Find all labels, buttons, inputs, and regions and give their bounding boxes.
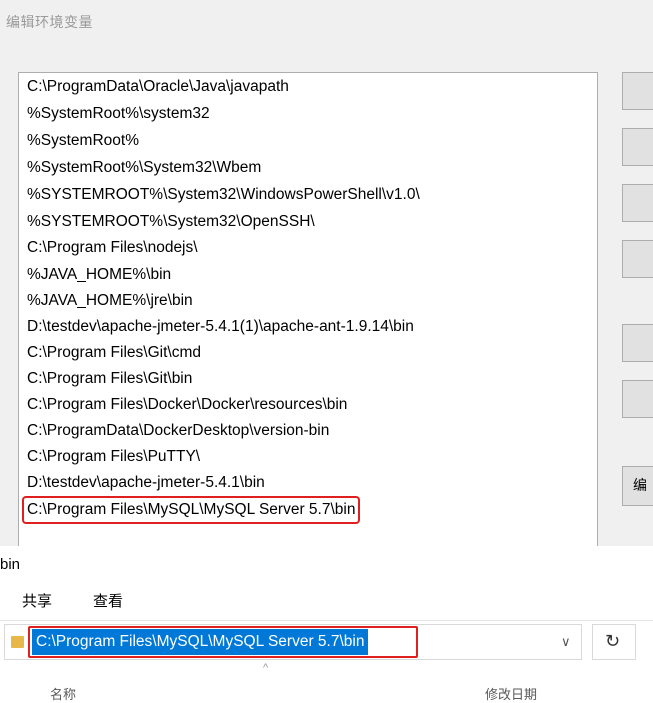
move-down-button[interactable] [622,380,653,418]
path-item[interactable]: %JAVA_HOME%\jre\bin [24,289,196,313]
edit-button[interactable] [622,128,653,166]
address-highlight-box [28,626,418,658]
chevron-down-icon[interactable]: ∨ [561,634,571,650]
path-item[interactable]: C:\ProgramData\DockerDesktop\version-bin [24,419,332,443]
path-item[interactable]: D:\testdev\apache-jmeter-5.4.1(1)\apache… [24,315,417,339]
dialog-title: 编辑环境变量 [6,14,93,30]
tab-share[interactable]: 共享 [22,590,52,611]
new-button[interactable] [622,72,653,110]
sort-up-icon: ^ [263,662,269,674]
browse-button[interactable] [622,184,653,222]
tab-view[interactable]: 查看 [93,590,123,611]
path-item[interactable]: %JAVA_HOME%\bin [24,263,174,287]
path-item[interactable]: %SYSTEMROOT%\System32\WindowsPowerShell\… [24,183,423,207]
delete-button[interactable] [622,240,653,278]
folder-icon [11,636,24,648]
column-header-modified[interactable]: 修改日期 [485,684,537,703]
path-item[interactable]: C:\Program Files\Git\bin [24,367,195,391]
path-item[interactable]: %SYSTEMROOT%\System32\OpenSSH\ [24,210,318,234]
path-item[interactable]: C:\ProgramData\Oracle\Java\javapath [24,75,292,99]
ribbon-divider [0,620,653,621]
path-item[interactable]: C:\Program Files\PuTTY\ [24,445,203,469]
path-item[interactable]: C:\Program Files\nodejs\ [24,236,201,260]
path-item[interactable]: C:\Program Files\Docker\Docker\resources… [24,393,350,417]
path-list[interactable]: C:\ProgramData\Oracle\Java\javapath %Sys… [18,72,598,546]
path-item[interactable]: C:\Program Files\Git\cmd [24,341,204,365]
edit-env-var-dialog: 编辑环境变量 C:\ProgramData\Oracle\Java\javapa… [0,0,653,546]
column-header-name[interactable]: 名称 [50,684,76,703]
refresh-icon: ↻ [605,631,621,651]
file-explorer-window: bin 共享 查看 C:\Program Files\MySQL\MySQL S… [0,546,653,702]
window-title: bin [0,556,21,573]
refresh-button[interactable]: ↻ [592,624,636,660]
edit-text-button-label: 编 [633,477,647,493]
path-item[interactable]: D:\testdev\apache-jmeter-5.4.1\bin [24,471,268,495]
move-up-button[interactable] [622,324,653,362]
path-item[interactable]: %SystemRoot%\system32 [24,102,213,126]
path-item[interactable]: %SystemRoot% [24,129,142,153]
path-item-mysql-highlighted[interactable]: C:\Program Files\MySQL\MySQL Server 5.7\… [21,496,361,524]
edit-text-button[interactable]: 编 [622,466,653,506]
path-item[interactable]: %SystemRoot%\System32\Wbem [24,156,264,180]
